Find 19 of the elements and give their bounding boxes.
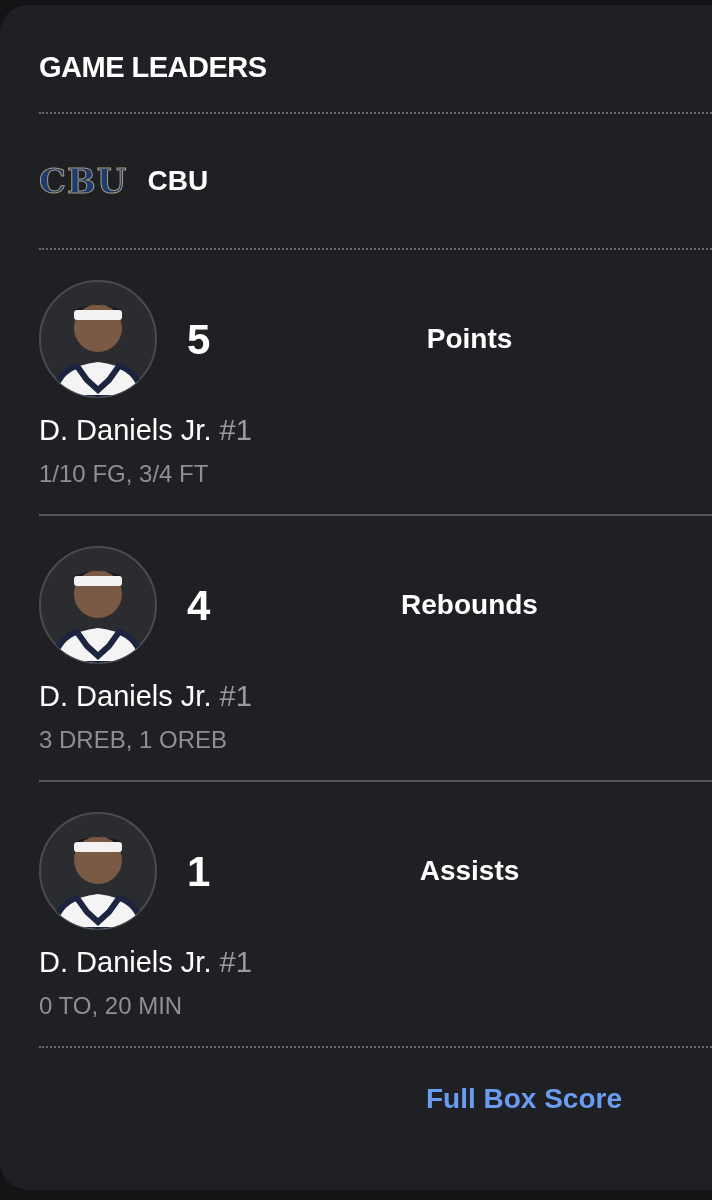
stat-value: 4	[187, 580, 212, 631]
player-name: D. Daniels Jr. #1	[39, 413, 253, 448]
stat-line: 1/10 FG, 3/4 FT	[39, 459, 210, 489]
player-name: D. Daniels Jr. #1	[39, 945, 253, 980]
avatar-icon	[39, 280, 157, 398]
stat-category: Assists	[418, 854, 521, 888]
section-title: GAME LEADERS	[39, 50, 268, 85]
stat-category: Points	[425, 322, 514, 356]
full-box-score-link[interactable]: Full Box Score	[425, 1078, 622, 1120]
stat-line: 0 TO, 20 MIN	[39, 991, 184, 1021]
team-name: CBU	[147, 164, 209, 198]
stat-value: 1	[187, 846, 212, 897]
player-name: D. Daniels Jr. #1	[39, 679, 253, 714]
stat-line: 3 DREB, 1 OREB	[39, 725, 229, 755]
stat-category: Rebounds	[400, 588, 539, 622]
avatar-icon	[39, 546, 157, 664]
stat-value: 5	[187, 314, 212, 365]
avatar-icon	[39, 812, 157, 930]
team-logo: CBU	[39, 161, 128, 201]
